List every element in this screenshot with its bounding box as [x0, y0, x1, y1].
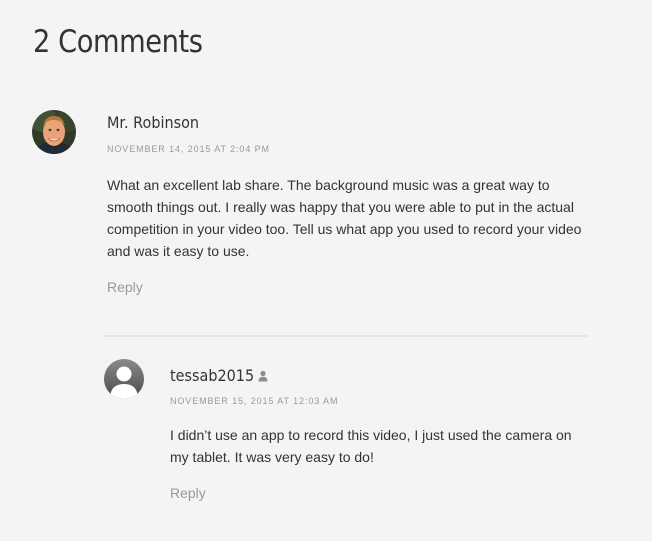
comment-date[interactable]: NOVEMBER 15, 2015 AT 12:03 AM: [170, 395, 338, 407]
default-user-avatar[interactable]: [104, 359, 144, 399]
reply-button[interactable]: Reply: [107, 278, 143, 296]
comment-divider: [104, 335, 587, 337]
comment-text: I didn’t use an app to record this video…: [170, 427, 572, 465]
comment-text: What an excellent lab share. The backgro…: [107, 177, 582, 259]
user-icon: [258, 369, 268, 387]
reply-button[interactable]: Reply: [170, 484, 206, 502]
avatar[interactable]: [32, 110, 76, 154]
comments-title: 2 Comments: [33, 24, 203, 60]
comment-date[interactable]: NOVEMBER 14, 2015 AT 2:04 PM: [107, 143, 270, 155]
comment-author: tessab2015: [170, 366, 255, 385]
comment-author: Mr. Robinson: [107, 113, 200, 132]
